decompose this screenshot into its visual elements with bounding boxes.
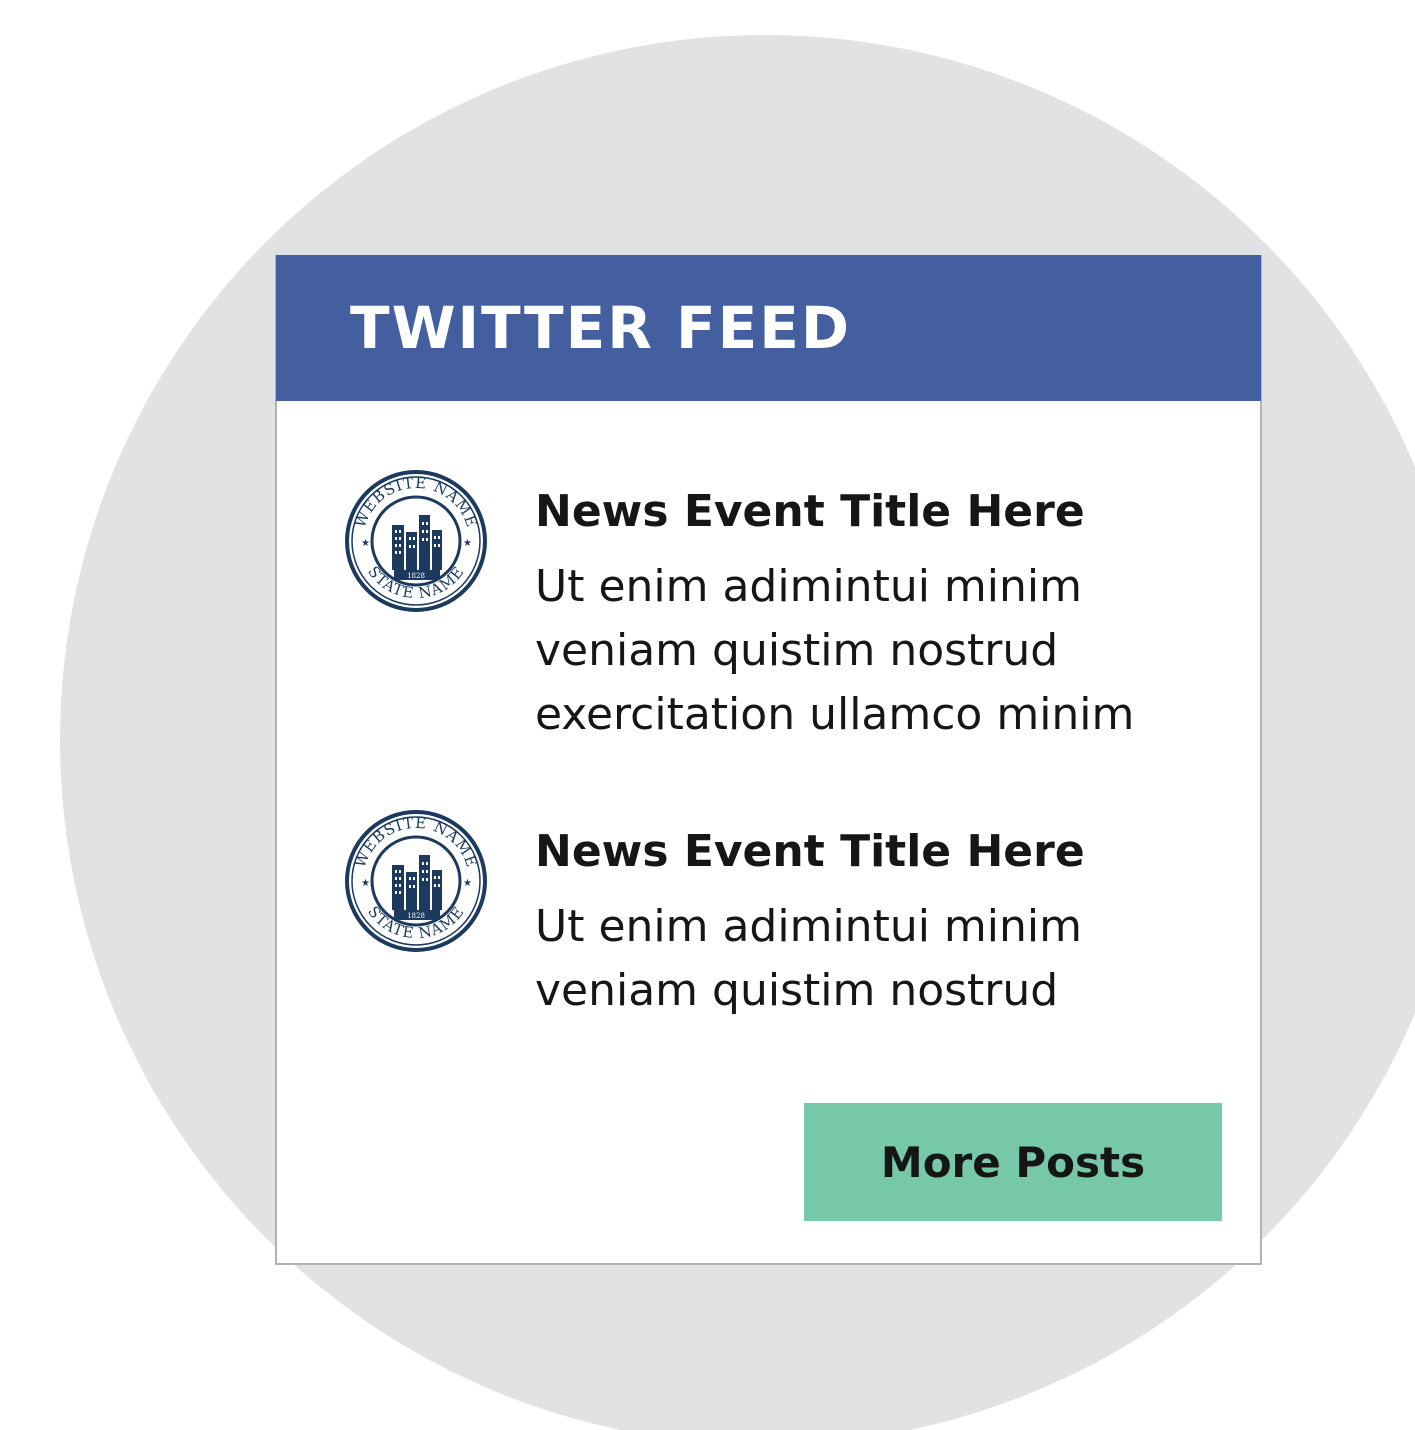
post-title[interactable]: News Event Title Here (535, 482, 1085, 542)
page-canvas: TWITTER FEED WEBSITE NAME STATE NAME ★ ★… (0, 0, 1415, 1430)
seal-logo-icon: WEBSITE NAME STATE NAME ★ ★ 1828 (345, 810, 487, 952)
post-body-line: Ut enim adimintui minim (535, 561, 1082, 612)
more-posts-button[interactable]: More Posts (804, 1103, 1222, 1221)
widget-title: TWITTER FEED (350, 294, 852, 362)
twitter-feed-widget: TWITTER FEED WEBSITE NAME STATE NAME ★ ★… (275, 255, 1262, 1265)
svg-text:★: ★ (463, 878, 472, 889)
post-body: Ut enim adimintui minim veniam quistim n… (535, 555, 1235, 747)
post-body-line: veniam quistim nostrud (535, 625, 1059, 676)
post-body-line: Ut enim adimintui minim (535, 901, 1082, 952)
svg-text:★: ★ (361, 878, 370, 889)
post-title[interactable]: News Event Title Here (535, 822, 1085, 882)
seal-year: 1828 (407, 572, 425, 580)
widget-header: TWITTER FEED (276, 255, 1261, 401)
seal-year: 1828 (407, 912, 425, 920)
svg-text:★: ★ (463, 538, 472, 549)
seal-logo-icon: WEBSITE NAME STATE NAME ★ ★ 1828 (345, 470, 487, 612)
post-body-line: exercitation ullamco minim (535, 689, 1135, 740)
post-body: Ut enim adimintui minim veniam quistim n… (535, 895, 1235, 1023)
post-body-line: veniam quistim nostrud (535, 965, 1059, 1016)
svg-text:★: ★ (361, 538, 370, 549)
